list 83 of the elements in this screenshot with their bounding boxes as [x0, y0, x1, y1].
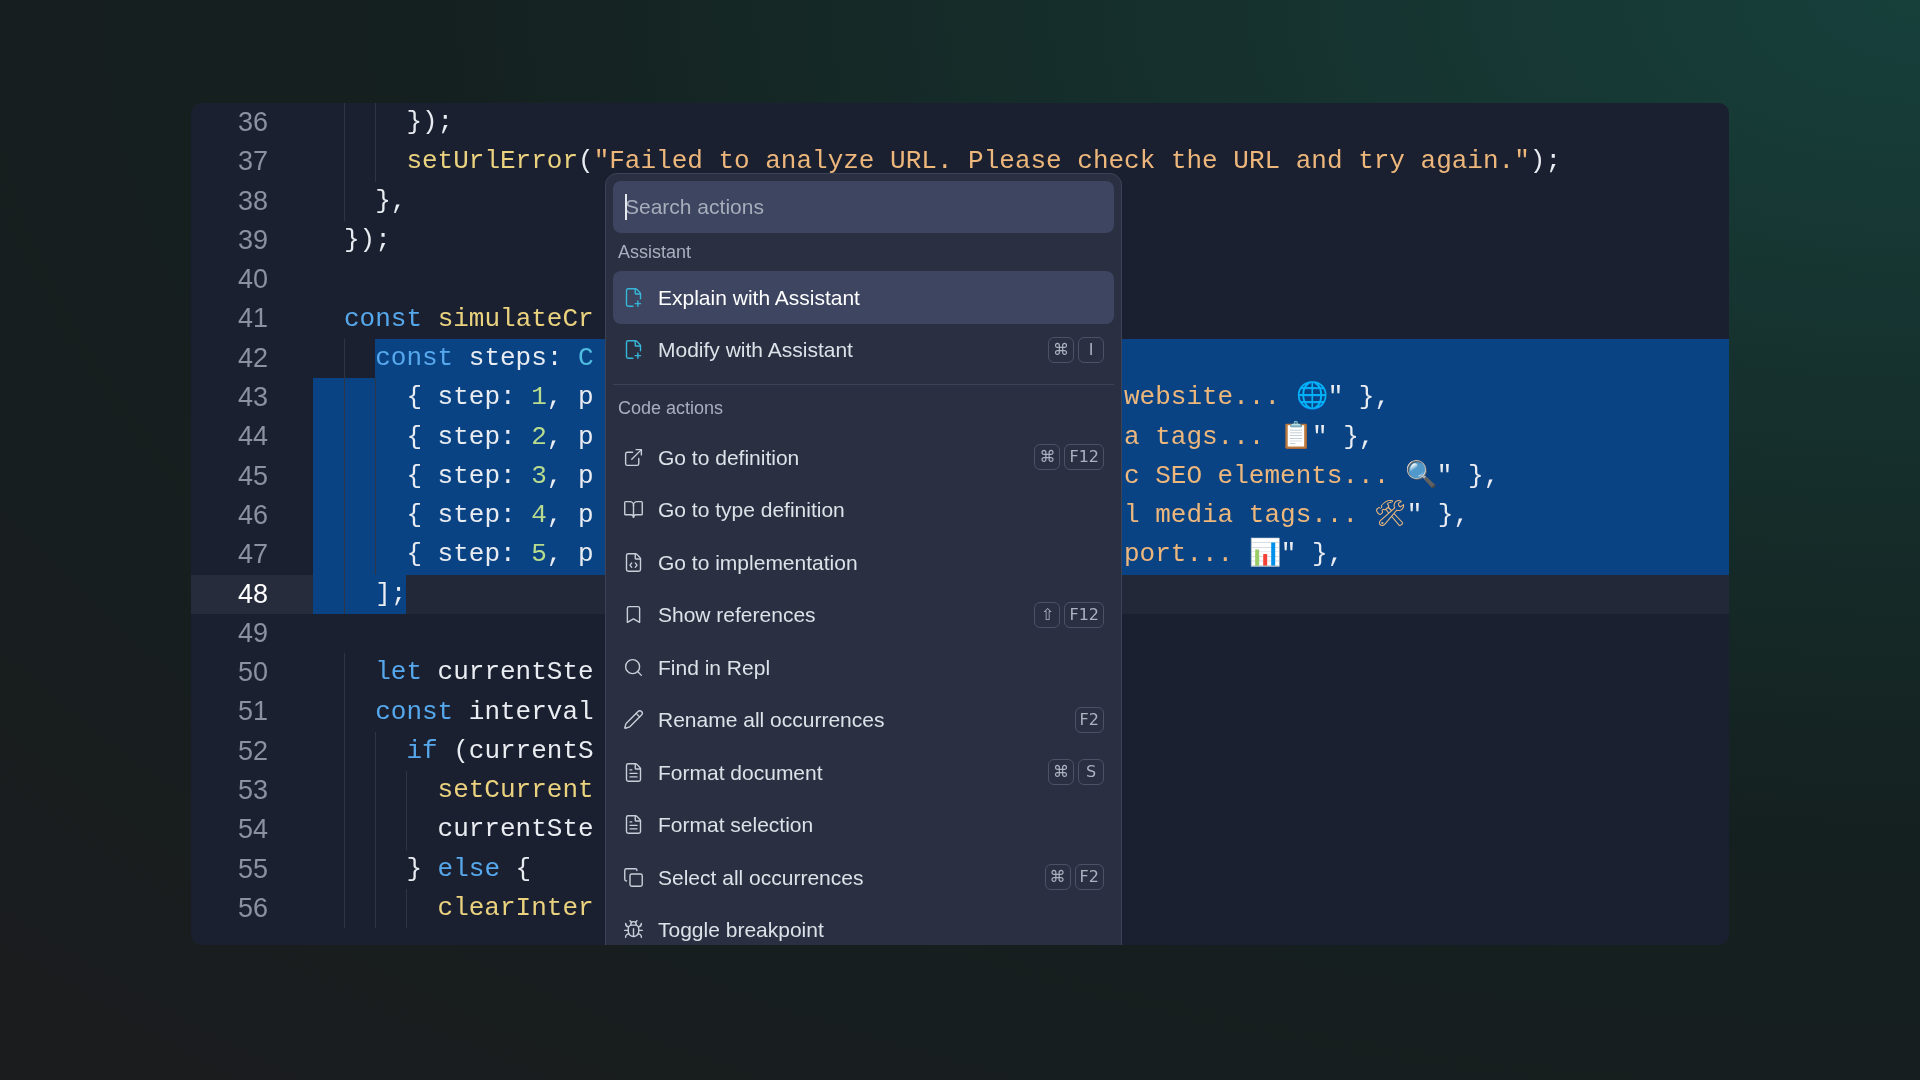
keyboard-key: F12: [1064, 444, 1104, 471]
code-text: clearInter: [437, 892, 594, 926]
menu-item[interactable]: Modify with Assistant ⌘ I: [613, 323, 1114, 376]
line-number: 39: [236, 223, 269, 257]
code-text: l media tags... 🛠" },: [1124, 500, 1470, 531]
line-number: 44: [236, 420, 269, 454]
code-text: },: [375, 184, 407, 218]
keyboard-key: ⌘: [1034, 444, 1061, 471]
code-text: website... 🌐" },: [1124, 382, 1391, 413]
keyboard-key: ⇧: [1034, 601, 1061, 628]
book-icon: [623, 499, 644, 521]
code-text: { step: 2, p: [406, 420, 594, 454]
line-number: 54: [236, 813, 269, 847]
keyboard-key: F2: [1074, 706, 1104, 733]
line-number: 42: [236, 341, 269, 375]
menu-item[interactable]: Show references ⇧ F12: [613, 588, 1114, 641]
code-text: a tags... 📋" },: [1124, 421, 1375, 452]
line-number: 46: [236, 498, 269, 532]
code-text: } else {: [406, 852, 532, 886]
line-number: 41: [236, 302, 269, 336]
code-text: { step: 3, p: [406, 459, 594, 493]
code-text: });: [406, 106, 454, 140]
section-label: Assistant: [618, 240, 692, 264]
menu-item[interactable]: Format document ⌘ S: [613, 746, 1114, 799]
menu-item[interactable]: Go to type definition: [613, 483, 1114, 536]
keyboard-key: F2: [1074, 864, 1104, 891]
menu-item[interactable]: Toggle breakpoint: [613, 903, 1114, 945]
text-caret: [625, 194, 627, 220]
menu-item[interactable]: Go to definition ⌘ F12: [613, 431, 1114, 484]
search-field[interactable]: Search actions: [613, 181, 1114, 233]
line-number: 38: [236, 184, 269, 218]
keyboard-key: ⌘: [1044, 864, 1071, 891]
line-number: 43: [236, 381, 269, 415]
keyboard-key: I: [1078, 336, 1104, 363]
keyboard-key: F12: [1064, 601, 1104, 628]
code-text: setUrlError("Failed to analyze URL. Please check the URL and try again.");: [406, 145, 1561, 179]
menu-item[interactable]: Explain with Assistant: [613, 271, 1114, 324]
line-number: 36: [236, 106, 269, 139]
line-number: 55: [236, 852, 269, 886]
code-text: const steps: C: [375, 341, 594, 375]
code-text: { step: 1, p: [406, 381, 594, 415]
code-text: });: [344, 224, 391, 258]
document-plus-icon: [623, 286, 644, 308]
line-number: 52: [236, 734, 269, 768]
code-text: if (currentS: [406, 734, 594, 768]
code-file-icon: [623, 551, 644, 573]
text-document-icon: [623, 761, 644, 783]
pencil-icon: [623, 709, 644, 731]
code-text: { step: 5, p: [406, 538, 594, 572]
menu-item[interactable]: Go to implementation: [613, 536, 1114, 589]
text-document-icon: [623, 814, 644, 836]
search-icon: [623, 656, 644, 678]
code-text: { step: 4, p: [406, 499, 594, 533]
line-number: 51: [236, 695, 269, 729]
menu-item[interactable]: Find in Repl: [613, 641, 1114, 694]
keyboard-key: ⌘: [1048, 336, 1074, 363]
external-link-icon: [623, 446, 644, 468]
line-number: 40: [236, 263, 269, 297]
bug-icon: [623, 919, 644, 941]
code-text: const interval: [375, 695, 594, 729]
line-number: 47: [236, 538, 269, 572]
menu-item[interactable]: Rename all occurrences F2: [613, 693, 1114, 746]
code-text: let currentSte: [375, 656, 594, 690]
line-number: 50: [236, 656, 269, 690]
section-label: Code actions: [618, 396, 724, 420]
document-plus-icon: [623, 339, 644, 361]
menu-item[interactable]: Select all occurrences ⌘ F2: [613, 851, 1114, 904]
line-number: 53: [236, 774, 269, 808]
code-text: ];: [375, 577, 407, 611]
keyboard-key: ⌘: [1048, 759, 1074, 786]
keyboard-key: S: [1078, 759, 1104, 786]
menu-item[interactable]: Format selection: [613, 798, 1114, 851]
code-text: port... 📊" },: [1124, 539, 1344, 570]
code-text: const simulateCr: [344, 302, 594, 336]
line-number: 48: [191, 574, 313, 614]
line-number: 56: [236, 891, 269, 925]
copy-icon: [623, 866, 644, 888]
line-number: 49: [236, 616, 269, 650]
line-number: 45: [236, 459, 269, 493]
line-number: 37: [236, 145, 269, 179]
code-text: c SEO elements... 🔍" },: [1124, 460, 1500, 491]
code-text: setCurrent: [437, 774, 594, 808]
code-text: currentSte: [437, 813, 594, 847]
